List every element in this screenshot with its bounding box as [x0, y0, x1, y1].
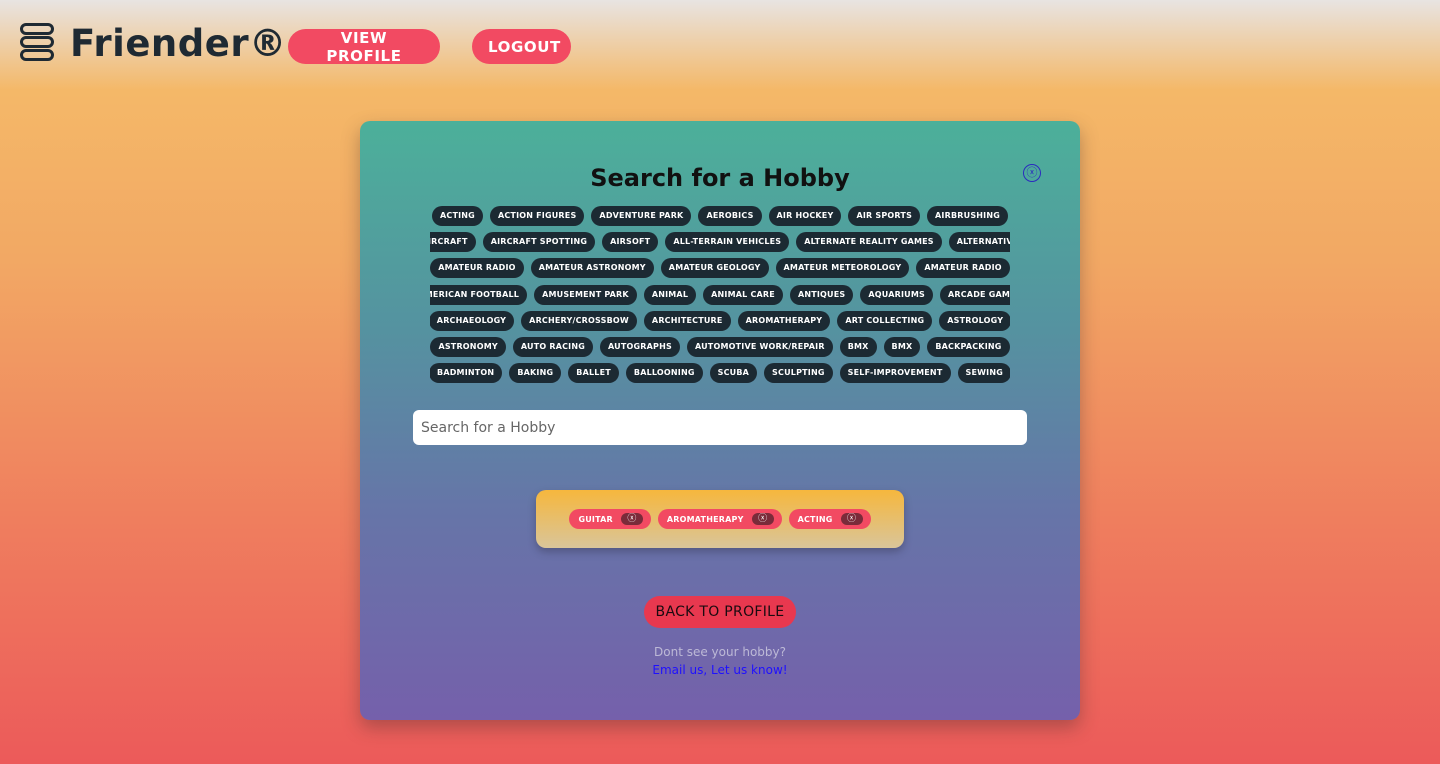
hobby-chip[interactable]: AEROBICS [698, 206, 762, 226]
hobby-chip[interactable]: SEWING [957, 363, 1010, 384]
hobby-chip[interactable]: ANTIQUES [789, 284, 854, 305]
selected-hobby-label: AROMATHERAPY [666, 514, 744, 524]
brand-logo[interactable]: Friender® [70, 22, 287, 65]
hobby-chip[interactable]: AIRBRUSHING [927, 206, 1009, 226]
hobby-chip[interactable]: ART COLLECTING [837, 310, 933, 331]
logout-button[interactable]: LOGOUT [472, 29, 571, 64]
hobby-chip[interactable]: AMATEUR METEOROLOGY [775, 258, 910, 279]
hobby-chip[interactable]: AUTO RACING [512, 336, 594, 357]
selected-hobby-chip: AROMATHERAPY ⓧ [657, 509, 782, 529]
hobby-row: AMERICAN FOOTBALL AMUSEMENT PARK ANIMAL ANI… [430, 284, 1010, 305]
back-to-profile-button[interactable]: BACK TO PROFILE [644, 596, 796, 628]
hobby-chip[interactable]: AIRCRAFT SPOTTING [482, 232, 596, 253]
hobby-chip[interactable]: BACKPACKING [927, 336, 1010, 357]
hobby-row: ARCHAEOLOGY ARCHERY/CROSSBOW ARCHITECTURE A… [430, 310, 1010, 331]
remove-hobby-icon[interactable]: ⓧ [840, 513, 863, 525]
hobby-chip[interactable]: AIR SPORTS [848, 206, 921, 226]
hobby-chip[interactable]: ASTROLOGY [939, 310, 1010, 331]
hobby-chip[interactable]: AUTOMOTIVE WORK/REPAIR [686, 336, 833, 357]
hobby-chip[interactable]: BMX [883, 336, 921, 357]
hobby-chip[interactable]: BALLET [568, 363, 619, 384]
hobby-chip[interactable]: AIRCRAFT [430, 232, 476, 253]
selected-hobbies: GUITAR ⓧ AROMATHERAPY ⓧ ACTING ⓧ [536, 490, 904, 548]
modal-title: Search for a Hobby [590, 164, 850, 192]
hobby-chip[interactable]: AIR HOCKEY [768, 206, 842, 226]
menu-icon[interactable] [20, 23, 54, 61]
hobby-row: BADMINTON BAKING BALLET BALLOONING SCUBA SCUL… [430, 363, 1010, 384]
remove-hobby-icon[interactable]: ⓧ [751, 513, 774, 525]
hobby-chip[interactable]: SELF-IMPROVEMENT [839, 363, 951, 384]
hobby-search-modal: Search for a Hobby ⓧ ACTING ACTION FIGURE… [360, 121, 1080, 720]
hobby-chip[interactable]: ANIMAL [643, 284, 697, 305]
hobby-chip[interactable]: AMATEUR RADIO [430, 258, 524, 279]
remove-hobby-icon[interactable]: ⓧ [620, 513, 643, 525]
hobby-chip[interactable]: AROMATHERAPY [737, 310, 831, 331]
hobby-chip[interactable]: AMUSEMENT PARK [534, 284, 637, 305]
hobby-row: ACTING ACTION FIGURES ADVENTURE PARK AEROBI… [430, 206, 1010, 226]
hobby-chip[interactable]: ACTION FIGURES [489, 206, 585, 226]
hobby-chip[interactable]: AUTOGRAPHS [600, 336, 680, 357]
hobby-row: ASTRONOMY AUTO RACING AUTOGRAPHS AUTOMOTIVE… [430, 336, 1010, 357]
selected-hobby-chip: ACTING ⓧ [788, 509, 871, 529]
hobby-chip[interactable]: BMX [839, 336, 877, 357]
hobby-list[interactable]: ACTING ACTION FIGURES ADVENTURE PARK AEROBI… [430, 206, 1010, 397]
hobby-chip[interactable]: ACTING [431, 206, 483, 226]
hobby-chip[interactable]: SCUBA [709, 363, 758, 384]
hobby-chip[interactable]: ARCHERY/CROSSBOW [521, 310, 637, 331]
hobby-chip[interactable]: ARCHITECTURE [643, 310, 731, 331]
hobby-row: AIRCRAFT AIRCRAFT SPOTTING AIRSOFT ALL-TERR… [430, 232, 1010, 253]
hobby-chip[interactable]: ALL-TERRAIN VEHICLES [665, 232, 790, 253]
hobby-search-input[interactable] [413, 410, 1027, 445]
hobby-chip[interactable]: BALLOONING [625, 363, 703, 384]
hobby-chip[interactable]: ALTERNATIVE [948, 232, 1010, 253]
hobby-chip[interactable]: AMATEUR RADIO [916, 258, 1010, 279]
hobby-chip[interactable]: ARCADE GAMES [939, 284, 1010, 305]
close-icon[interactable]: ⓧ [1023, 164, 1041, 182]
hobby-chip[interactable]: BADMINTON [430, 363, 503, 384]
top-header: Friender® VIEW PROFILE LOGOUT [0, 0, 1440, 92]
selected-hobby-label: ACTING [797, 514, 833, 524]
hobby-chip[interactable]: AMATEUR ASTRONOMY [530, 258, 654, 279]
hobby-chip[interactable]: AMATEUR GEOLOGY [660, 258, 769, 279]
hobby-chip[interactable]: BAKING [509, 363, 562, 384]
view-profile-button[interactable]: VIEW PROFILE [288, 29, 440, 65]
missing-hobby-hint: Dont see your hobby? [654, 645, 786, 659]
hobby-chip[interactable]: ADVENTURE PARK [591, 206, 692, 226]
hobby-row: AMATEUR RADIO AMATEUR ASTRONOMY AMATEUR GE… [430, 258, 1010, 279]
hobby-chip[interactable]: AQUARIUMS [860, 284, 933, 305]
hobby-chip[interactable]: ANIMAL CARE [703, 284, 783, 305]
hobby-chip[interactable]: ASTRONOMY [430, 336, 506, 357]
selected-hobby-chip: GUITAR ⓧ [569, 509, 651, 529]
hobby-chip[interactable]: AIRSOFT [602, 232, 659, 253]
hobby-chip[interactable]: AMERICAN FOOTBALL [430, 284, 528, 305]
email-us-link[interactable]: Email us, Let us know! [360, 663, 1080, 677]
hobby-chip[interactable]: SCULPTING [764, 363, 833, 384]
selected-hobby-label: GUITAR [578, 514, 613, 524]
hobby-chip[interactable]: ARCHAEOLOGY [430, 310, 515, 331]
hobby-chip[interactable]: ALTERNATE REALITY GAMES [796, 232, 942, 253]
